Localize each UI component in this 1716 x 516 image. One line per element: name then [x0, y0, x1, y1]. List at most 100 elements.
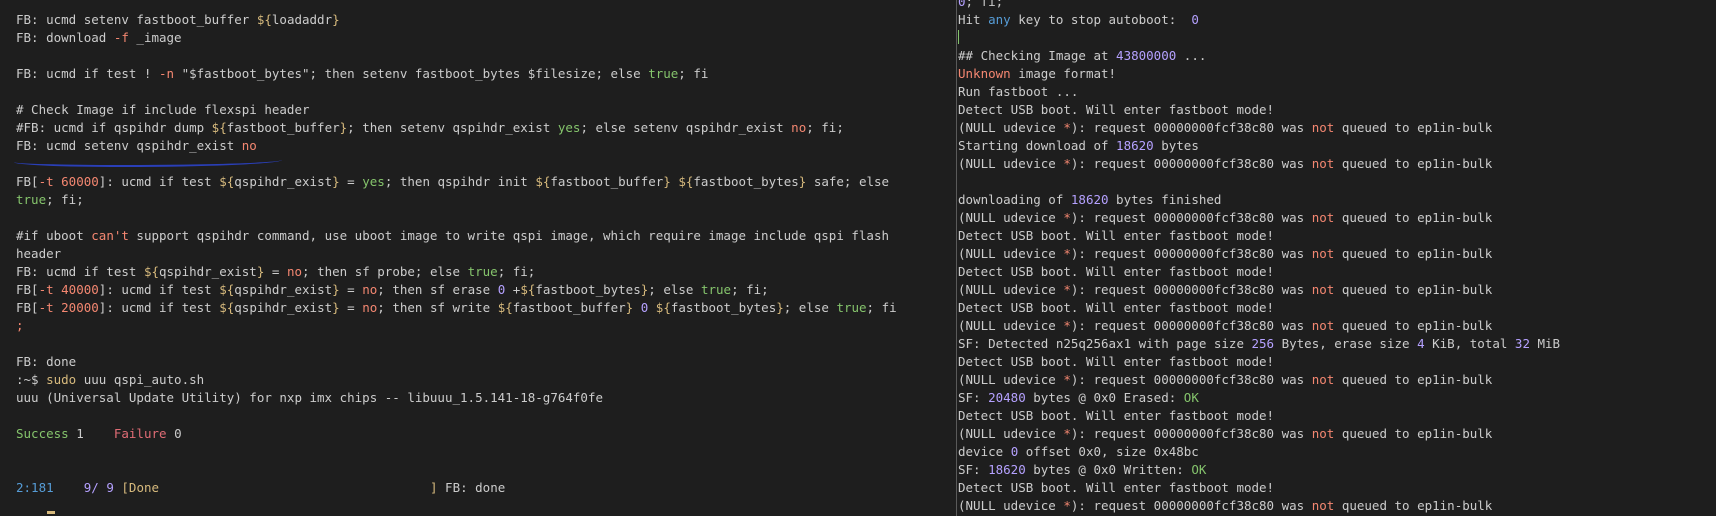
terminal-text: Unknown	[958, 66, 1011, 81]
right-terminal-pane[interactable]: 0; fi; Hit any key to stop autoboot: 0 ## …	[952, 0, 1716, 516]
terminal-text: SF:	[958, 462, 989, 477]
terminal-text: OK	[1183, 390, 1199, 405]
terminal-text: not	[1311, 246, 1335, 261]
terminal-text: #FB: ucmd if qspihdr dump	[16, 120, 212, 135]
terminal-line: Detect USB boot. Will enter fastboot mod…	[958, 479, 1560, 497]
terminal-text: =	[339, 282, 363, 297]
terminal-text: 43800000	[1116, 48, 1177, 63]
terminal-text: =	[339, 174, 363, 189]
terminal-line: true; fi;	[16, 191, 897, 209]
terminal-text: true	[467, 264, 498, 279]
terminal-text: *	[1063, 498, 1071, 513]
terminal-text: (NULL udevice	[958, 426, 1064, 441]
terminal-text: not	[1311, 372, 1335, 387]
terminal-line: FB[-t 60000]: ucmd if test ${qspihdr_exi…	[16, 173, 897, 191]
terminal-line: :~$ sudo uuu qspi_auto.sh	[16, 371, 897, 389]
terminal-text: safe; else	[806, 174, 890, 189]
terminal-text: not	[1311, 156, 1335, 171]
terminal-line: SF: 20480 bytes @ 0x0 Erased: OK	[958, 389, 1560, 407]
terminal-line: downloading of 18620 bytes finished	[958, 191, 1560, 209]
terminal-text: no	[286, 264, 303, 279]
terminal-text: 0	[958, 0, 966, 9]
terminal-text: bytes @ 0x0 Written:	[1025, 462, 1192, 477]
terminal-text: Detect USB boot. Will enter fastboot mod…	[958, 408, 1275, 423]
terminal-text: ]: ucmd if test	[98, 300, 220, 315]
terminal-text: 32	[1514, 336, 1530, 351]
terminal-line: FB: ucmd if test ! -n "$fastboot_bytes";…	[16, 65, 897, 83]
terminal-text: not	[1311, 120, 1335, 135]
terminal-text: *	[1063, 426, 1071, 441]
terminal-text: ; fi	[678, 66, 709, 81]
terminal-text: # Check Image if include flexspi header	[16, 102, 310, 117]
terminal-line: Detect USB boot. Will enter fastboot mod…	[958, 407, 1560, 425]
terminal-text: bytes finished	[1108, 192, 1222, 207]
terminal-cursor	[47, 511, 55, 514]
terminal-text: queued to ep1in-bulk	[1334, 426, 1493, 441]
terminal-text: uuu qspi_auto.sh	[76, 372, 205, 387]
terminal-text: 18620	[1116, 138, 1154, 153]
terminal-text: bytes	[1153, 138, 1199, 153]
terminal-text: Hit	[958, 12, 989, 27]
terminal-text: fastboot_buffer	[550, 174, 664, 189]
terminal-text: -t 60000	[38, 174, 99, 189]
terminal-line: ;	[16, 317, 897, 335]
terminal-text: FB: download	[16, 30, 114, 45]
terminal-text: not	[1311, 318, 1335, 333]
terminal-text: ; fi;	[965, 0, 1004, 9]
terminal-text: *	[1063, 156, 1071, 171]
terminal-text: ## Checking Image at	[958, 48, 1117, 63]
terminal-text: Run fastboot ...	[958, 84, 1079, 99]
terminal-text: 9/	[83, 480, 99, 495]
terminal-line: Hit any key to stop autoboot: 0	[958, 11, 1560, 29]
terminal-text: ; then sf erase	[377, 282, 498, 297]
terminal-text: support qspihdr command, use uboot image…	[128, 228, 889, 243]
terminal-text: (NULL udevice	[958, 318, 1064, 333]
terminal-text: ): request 00000000fcf38c80 was	[1070, 372, 1312, 387]
terminal-text: (NULL udevice	[958, 372, 1064, 387]
terminal-text: *	[1063, 246, 1071, 261]
terminal-text: Detect USB boot. Will enter fastboot mod…	[958, 480, 1275, 495]
terminal-text: Detect USB boot. Will enter fastboot mod…	[958, 354, 1275, 369]
terminal-line: ## Checking Image at 43800000 ...	[958, 47, 1560, 65]
terminal-text: ; else setenv qspihdr_exist	[580, 120, 792, 135]
terminal-text: qspihdr_exist	[159, 264, 257, 279]
terminal-text: ): request 00000000fcf38c80 was	[1070, 498, 1312, 513]
terminal-text: ${	[143, 264, 159, 279]
terminal-text: true	[648, 66, 679, 81]
terminal-text: }	[663, 174, 671, 189]
terminal-text: fastboot_buffer	[226, 120, 340, 135]
terminal-text: ${	[219, 300, 235, 315]
terminal-text: ; else	[783, 300, 837, 315]
terminal-text: header	[16, 246, 62, 261]
terminal-text: ): request 00000000fcf38c80 was	[1070, 210, 1312, 225]
terminal-text: fastboot_bytes	[670, 300, 777, 315]
terminal-text: Starting download of	[958, 138, 1117, 153]
terminal-line: (NULL udevice *): request 00000000fcf38c…	[958, 245, 1560, 263]
terminal-text: FB: ucmd if test !	[16, 66, 159, 81]
terminal-text: *	[1063, 282, 1071, 297]
terminal-text: *	[1063, 120, 1071, 135]
terminal-line: # Check Image if include flexspi header	[16, 101, 897, 119]
terminal-line: header	[16, 245, 897, 263]
terminal-text: Detect USB boot. Will enter fastboot mod…	[958, 102, 1275, 117]
terminal-text: ; then setenv qspihdr_exist	[347, 120, 558, 135]
terminal-text: ...	[1176, 48, 1207, 63]
terminal-line: (NULL udevice *): request 00000000fcf38c…	[958, 371, 1560, 389]
terminal-text: (NULL udevice	[958, 210, 1064, 225]
terminal-text: FB: ucmd setenv fastboot_buffer	[16, 12, 257, 27]
terminal-line: (NULL udevice *): request 00000000fcf38c…	[958, 119, 1560, 137]
terminal-text: ): request 00000000fcf38c80 was	[1070, 318, 1312, 333]
terminal-line: FB: ucmd setenv qspihdr_exist no	[16, 137, 897, 155]
terminal-text: 0	[174, 426, 182, 441]
terminal-text: 2:181	[16, 480, 54, 495]
terminal-line: Detect USB boot. Will enter fastboot mod…	[958, 227, 1560, 245]
terminal-text: bytes @ 0x0 Erased:	[1025, 390, 1184, 405]
terminal-text: fastboot_buffer	[512, 300, 626, 315]
terminal-text: :~$	[16, 372, 47, 387]
terminal-text: +	[505, 282, 521, 297]
terminal-text: qspihdr_exist	[234, 300, 333, 315]
terminal-text: FB[	[16, 300, 39, 315]
